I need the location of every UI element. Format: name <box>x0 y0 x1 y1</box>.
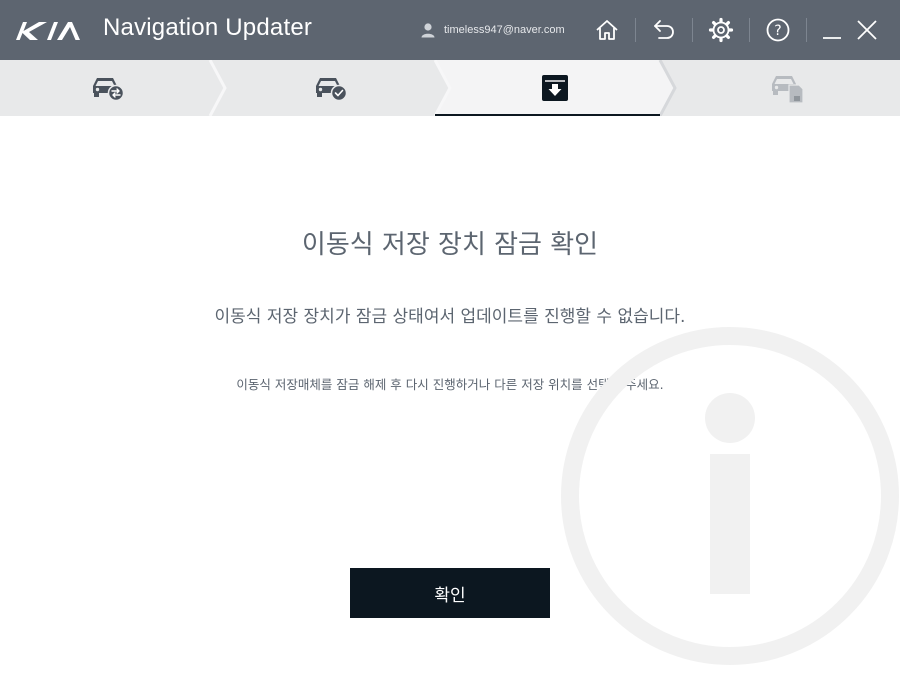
minimize-icon <box>823 37 841 39</box>
info-icon <box>561 327 899 665</box>
step-1 <box>0 60 215 116</box>
toolbar-divider <box>635 18 636 42</box>
toolbar-divider <box>806 18 807 42</box>
back-button[interactable] <box>648 14 680 46</box>
download-icon <box>541 75 568 101</box>
help-icon: ? <box>766 18 790 42</box>
step-3-active <box>447 60 662 116</box>
home-button[interactable] <box>591 14 623 46</box>
home-icon <box>596 20 618 40</box>
back-icon <box>654 20 674 39</box>
close-button[interactable] <box>851 14 883 46</box>
help-button[interactable]: ? <box>762 14 794 46</box>
user-email: timeless947@naver.com <box>444 24 565 36</box>
step-2 <box>223 60 438 116</box>
car-check-icon <box>315 78 347 102</box>
toolbar-divider <box>692 18 693 42</box>
close-icon <box>857 20 877 40</box>
confirm-button[interactable]: 확인 <box>350 568 550 618</box>
app-title: Navigation Updater <box>103 14 313 41</box>
settings-icon <box>708 17 734 43</box>
car-sync-icon <box>92 78 124 102</box>
dialog-title: 이동식 저장 장치 잠금 확인 <box>301 230 599 260</box>
user-account[interactable]: timeless947@naver.com <box>420 21 565 39</box>
title-bar: Navigation Updater timeless947@naver.com <box>0 0 900 60</box>
progress-stepper <box>0 60 900 116</box>
user-icon <box>421 23 435 38</box>
toolbar-divider <box>749 18 750 42</box>
settings-button[interactable] <box>705 14 737 46</box>
kia-logo <box>16 22 80 40</box>
svg-text:?: ? <box>774 23 781 39</box>
step-4 <box>673 60 900 116</box>
minimize-button[interactable] <box>816 14 848 46</box>
dialog-message: 이동식 저장 장치가 잠금 상태여서 업데이트를 진행할 수 없습니다. <box>214 307 686 327</box>
car-sdcard-icon <box>771 76 804 104</box>
